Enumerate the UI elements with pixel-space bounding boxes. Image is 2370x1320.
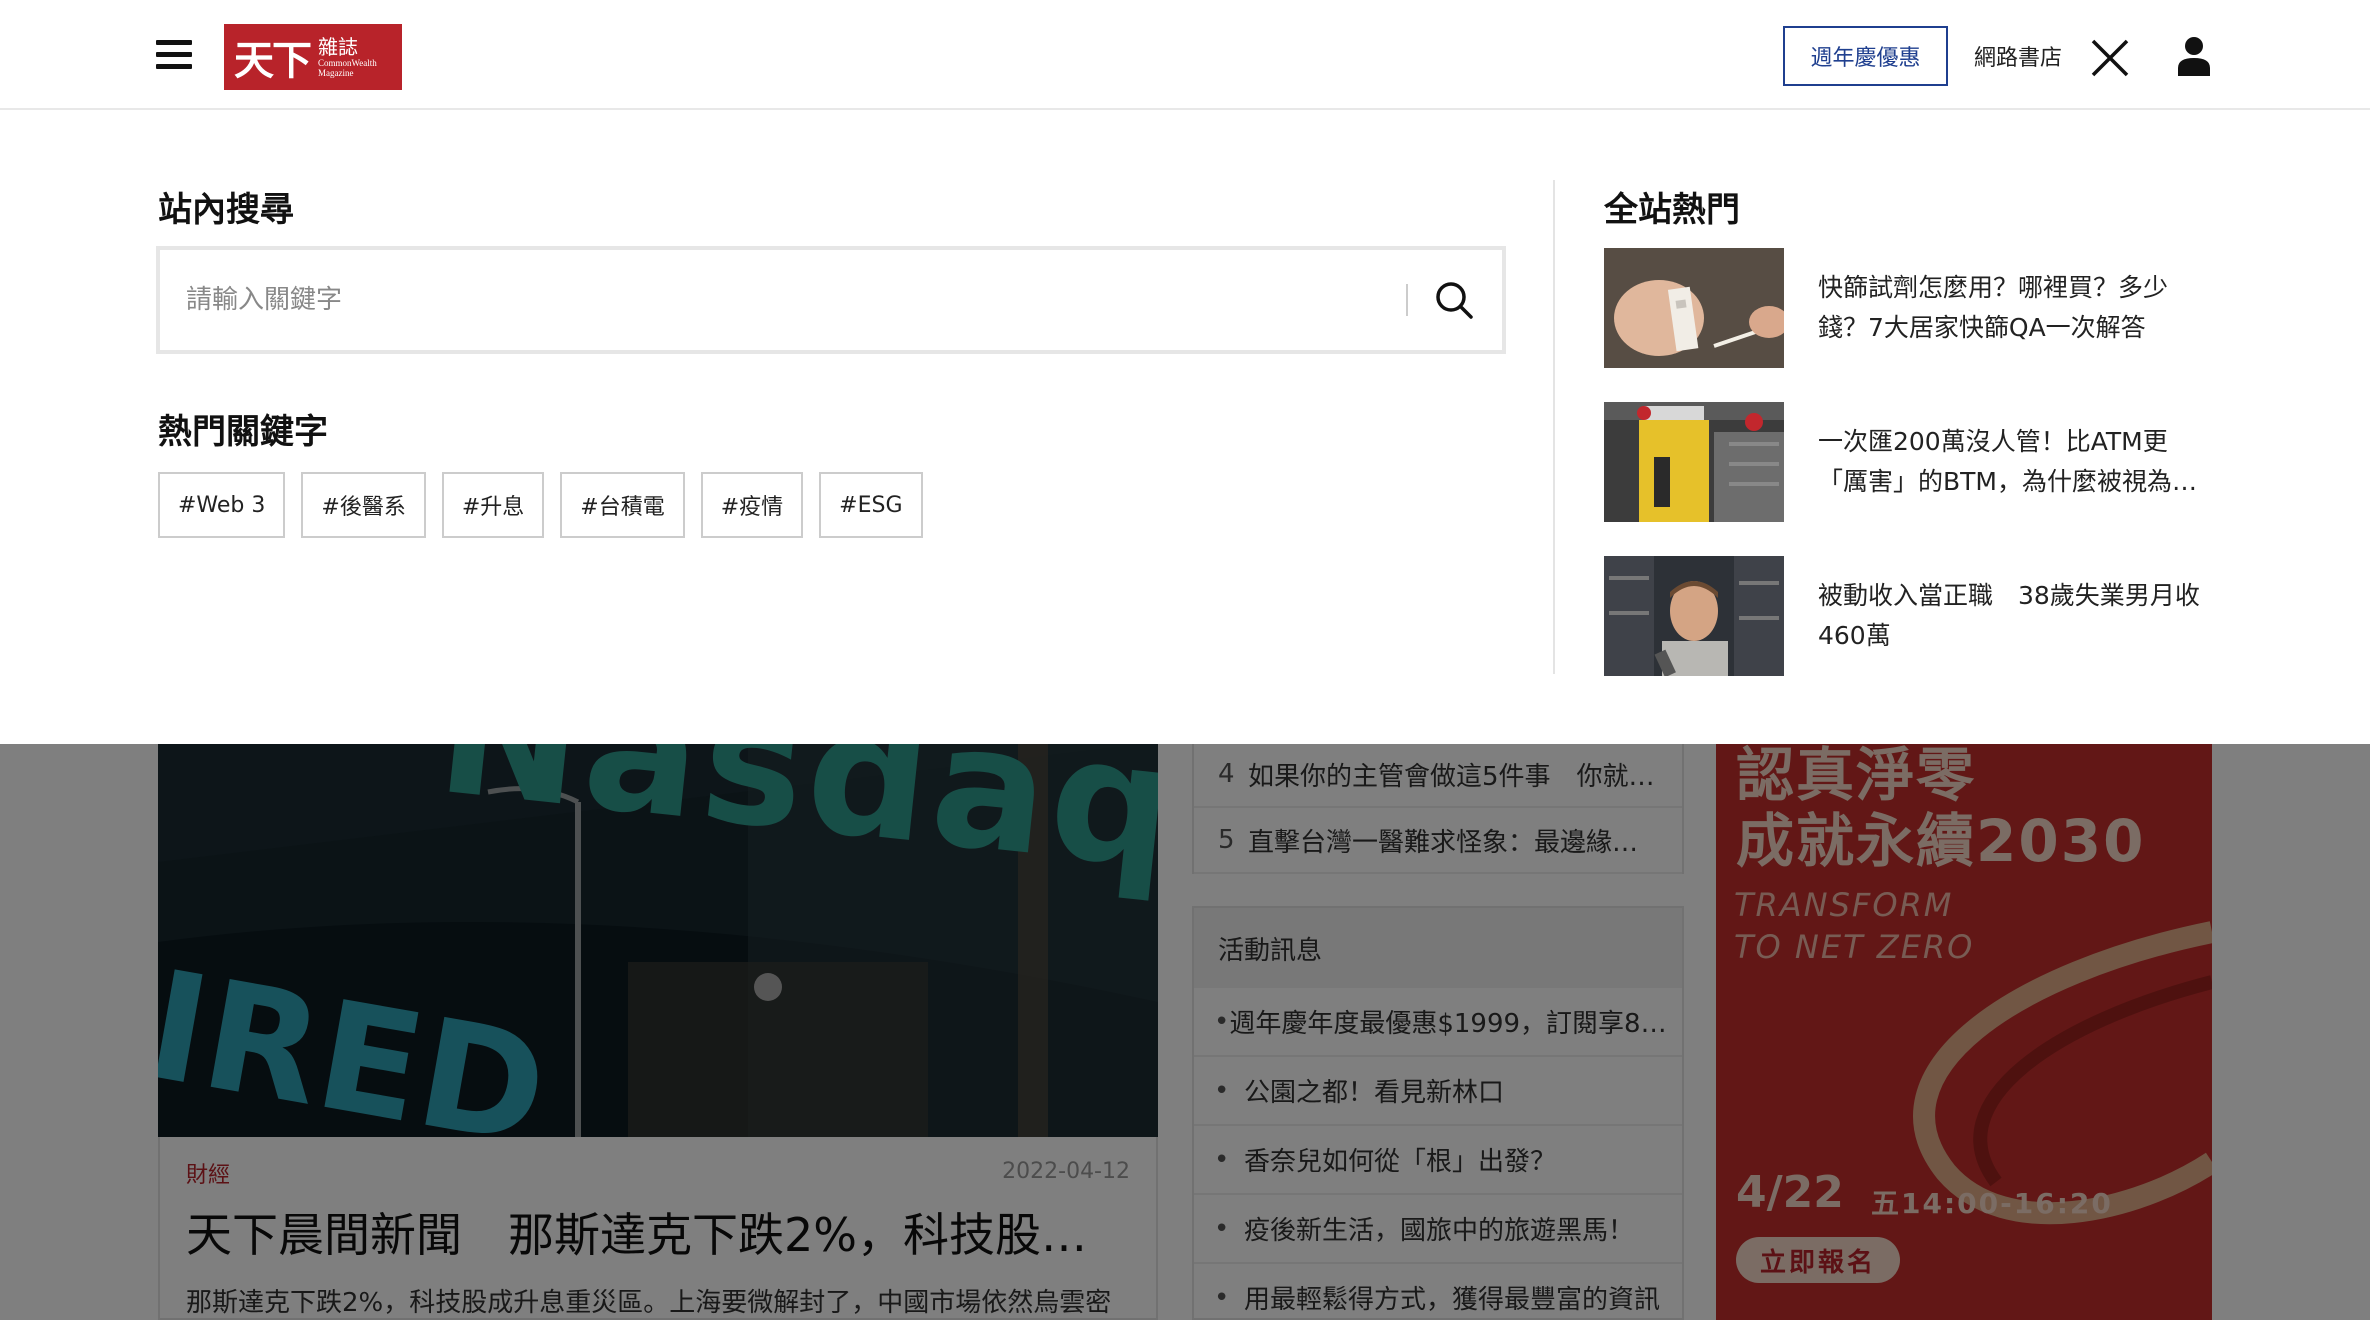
close-icon[interactable] xyxy=(2090,38,2130,78)
logo-side: 雜誌 CommonWealth Magazine xyxy=(318,36,377,78)
keyword-tag[interactable]: #台積電 xyxy=(560,472,685,538)
keyword-tag[interactable]: #Web 3 xyxy=(158,472,286,538)
panel-divider xyxy=(1553,180,1555,674)
site-hot-title: 全站熱門 xyxy=(1604,190,1740,230)
anniversary-promo-button[interactable]: 週年慶優惠 xyxy=(1783,26,1948,86)
btm-machine-thumbnail-icon xyxy=(1604,402,1784,522)
youtuber-photo[interactable] xyxy=(1604,556,1784,676)
user-account-icon[interactable] xyxy=(2176,36,2212,76)
hot-article-item[interactable]: 快篩試劑怎麼用？哪裡買？多少錢？7大居家快篩QA一次解答 xyxy=(1604,248,2214,370)
logo-main-text: 天下 xyxy=(234,37,312,84)
site-hot-list: 快篩試劑怎麼用？哪裡買？多少錢？7大居家快篩QA一次解答 一次匯200萬沒人管！… xyxy=(1604,248,2214,710)
hot-article-item[interactable]: 一次匯200萬沒人管！比ATM更「厲害」的BTM，為什麼被視為… xyxy=(1604,402,2214,524)
hamburger-menu-icon[interactable] xyxy=(156,40,192,70)
search-title: 站內搜尋 xyxy=(158,190,294,230)
keyword-tag[interactable]: #後醫系 xyxy=(301,472,426,538)
search-box xyxy=(156,246,1506,354)
keyword-tag[interactable]: #ESG xyxy=(819,472,923,538)
search-divider xyxy=(1406,284,1408,316)
search-panel: 站內搜尋 熱門關鍵字 #Web 3 #後醫系 #升息 #台積電 #疫情 #ESG… xyxy=(0,110,2370,744)
rapid-test-photo[interactable] xyxy=(1604,248,1784,368)
btm-machine-photo[interactable] xyxy=(1604,402,1784,522)
site-header: 天下 雜誌 CommonWealth Magazine 週年慶優惠 網路書店 xyxy=(0,0,2370,110)
logo-zh-text: 雜誌 xyxy=(318,35,358,59)
hot-article-title[interactable]: 一次匯200萬沒人管！比ATM更「厲害」的BTM，為什麼被視為… xyxy=(1818,422,2214,502)
youtuber-thumbnail-icon xyxy=(1604,556,1784,676)
bookstore-link[interactable]: 網路書店 xyxy=(1974,40,2062,72)
search-icon[interactable] xyxy=(1432,278,1476,322)
keyword-tag[interactable]: #升息 xyxy=(441,472,545,538)
hot-keywords-list: #Web 3 #後醫系 #升息 #台積電 #疫情 #ESG xyxy=(158,472,923,538)
hot-article-item[interactable]: 被動收入當正職 38歲失業男月收460萬 xyxy=(1604,556,2214,678)
hot-article-title[interactable]: 快篩試劑怎麼用？哪裡買？多少錢？7大居家快篩QA一次解答 xyxy=(1818,268,2214,348)
search-input[interactable] xyxy=(186,274,1386,326)
hot-keywords-title: 熱門關鍵字 xyxy=(158,412,328,452)
site-logo[interactable]: 天下 雜誌 CommonWealth Magazine xyxy=(224,24,402,90)
keyword-tag[interactable]: #疫情 xyxy=(700,472,804,538)
rapid-test-thumbnail-icon xyxy=(1604,248,1784,368)
logo-en-text: Magazine xyxy=(318,68,354,78)
logo-en-text: CommonWealth xyxy=(318,58,377,68)
hot-article-title[interactable]: 被動收入當正職 38歲失業男月收460萬 xyxy=(1818,576,2214,656)
